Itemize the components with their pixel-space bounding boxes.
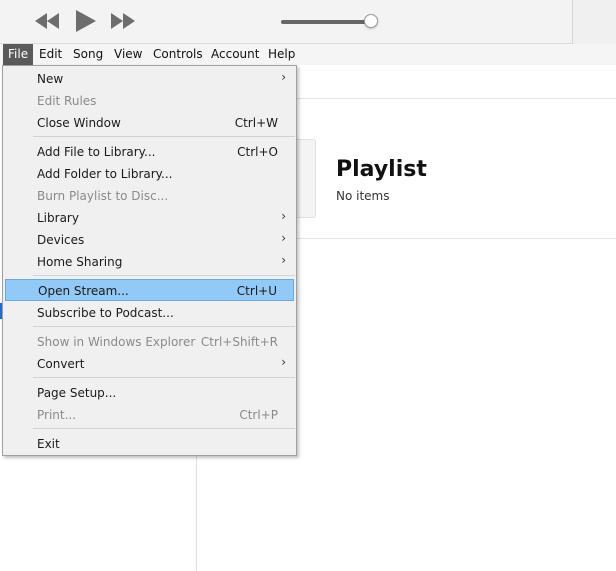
menu-item-label: Home Sharing bbox=[37, 255, 123, 269]
play-button[interactable] bbox=[76, 10, 96, 35]
menu-item-add-file[interactable]: Add File to Library... Ctrl+O bbox=[5, 141, 294, 163]
player-toolbar bbox=[0, 0, 616, 44]
rewind-icon bbox=[35, 13, 59, 29]
submenu-arrow-icon: › bbox=[281, 209, 286, 223]
menu-item-label: Add Folder to Library... bbox=[37, 167, 173, 181]
menu-file[interactable]: File bbox=[3, 44, 34, 65]
menu-song[interactable]: Song bbox=[68, 44, 108, 65]
menu-bar: File Edit Song View Controls Account Hel… bbox=[0, 44, 616, 65]
menu-separator bbox=[33, 275, 295, 276]
volume-slider[interactable] bbox=[281, 14, 379, 28]
status-display bbox=[572, 0, 616, 44]
menu-item-label: Exit bbox=[37, 437, 60, 451]
menu-item-label: New bbox=[37, 72, 64, 86]
menu-edit[interactable]: Edit bbox=[34, 44, 67, 65]
menu-item-shortcut: Ctrl+U bbox=[236, 284, 277, 298]
menu-item-label: Devices bbox=[37, 233, 85, 247]
menu-item-shortcut: Ctrl+O bbox=[237, 145, 278, 159]
file-menu-dropdown: New › Edit Rules Close Window Ctrl+W Add… bbox=[2, 65, 297, 456]
menu-item-label: Add File to Library... bbox=[37, 145, 156, 159]
menu-account[interactable]: Account bbox=[206, 44, 264, 65]
menu-view[interactable]: View bbox=[109, 44, 147, 65]
menu-item-edit-rules[interactable]: Edit Rules bbox=[5, 90, 294, 112]
menu-item-show-explorer[interactable]: Show in Windows Explorer Ctrl+Shift+R bbox=[5, 331, 294, 353]
menu-item-label: Print... bbox=[37, 408, 77, 422]
menu-separator bbox=[33, 428, 295, 429]
menu-item-exit[interactable]: Exit bbox=[5, 433, 294, 455]
menu-item-shortcut: Ctrl+W bbox=[234, 116, 278, 130]
menu-item-open-stream[interactable]: Open Stream... Ctrl+U bbox=[5, 279, 294, 301]
submenu-arrow-icon: › bbox=[281, 70, 286, 84]
submenu-arrow-icon: › bbox=[281, 253, 286, 267]
menu-item-label: Open Stream... bbox=[38, 284, 129, 298]
menu-item-print[interactable]: Print... Ctrl+P bbox=[5, 404, 294, 426]
menu-item-label: Close Window bbox=[37, 116, 121, 130]
fast-forward-button[interactable] bbox=[111, 13, 135, 32]
menu-item-label: Burn Playlist to Disc... bbox=[37, 189, 169, 203]
menu-item-home-sharing[interactable]: Home Sharing › bbox=[5, 251, 294, 273]
menu-item-page-setup[interactable]: Page Setup... bbox=[5, 382, 294, 404]
menu-item-subscribe-podcast[interactable]: Subscribe to Podcast... bbox=[5, 302, 294, 324]
menu-item-close-window[interactable]: Close Window Ctrl+W bbox=[5, 112, 294, 134]
menu-item-shortcut: Ctrl+Shift+R bbox=[200, 335, 278, 349]
menu-separator bbox=[33, 136, 295, 137]
submenu-arrow-icon: › bbox=[281, 231, 286, 245]
menu-item-add-folder[interactable]: Add Folder to Library... bbox=[5, 163, 294, 185]
menu-item-convert[interactable]: Convert › bbox=[5, 353, 294, 375]
menu-item-devices[interactable]: Devices › bbox=[5, 229, 294, 251]
menu-item-shortcut: Ctrl+P bbox=[239, 408, 278, 422]
menu-item-label: Library bbox=[37, 211, 79, 225]
menu-item-label: Subscribe to Podcast... bbox=[37, 306, 174, 320]
menu-controls[interactable]: Controls bbox=[148, 44, 208, 65]
rewind-button[interactable] bbox=[35, 13, 59, 32]
menu-separator bbox=[33, 326, 295, 327]
volume-thumb[interactable] bbox=[364, 14, 379, 28]
menu-item-label: Page Setup... bbox=[37, 386, 117, 400]
menu-item-label: Show in Windows Explorer bbox=[37, 335, 196, 349]
menu-item-new[interactable]: New › bbox=[5, 68, 294, 90]
menu-help[interactable]: Help bbox=[263, 44, 300, 65]
playlist-title: Playlist bbox=[336, 157, 427, 182]
playlist-item-count: No items bbox=[336, 189, 390, 203]
menu-item-library[interactable]: Library › bbox=[5, 207, 294, 229]
submenu-arrow-icon: › bbox=[281, 355, 286, 369]
play-icon bbox=[76, 10, 96, 32]
menu-item-burn-playlist[interactable]: Burn Playlist to Disc... bbox=[5, 185, 294, 207]
menu-item-label: Edit Rules bbox=[37, 94, 97, 108]
volume-fill bbox=[281, 20, 372, 24]
menu-separator bbox=[33, 377, 295, 378]
fast-forward-icon bbox=[111, 13, 135, 29]
menu-item-label: Convert bbox=[37, 357, 85, 371]
